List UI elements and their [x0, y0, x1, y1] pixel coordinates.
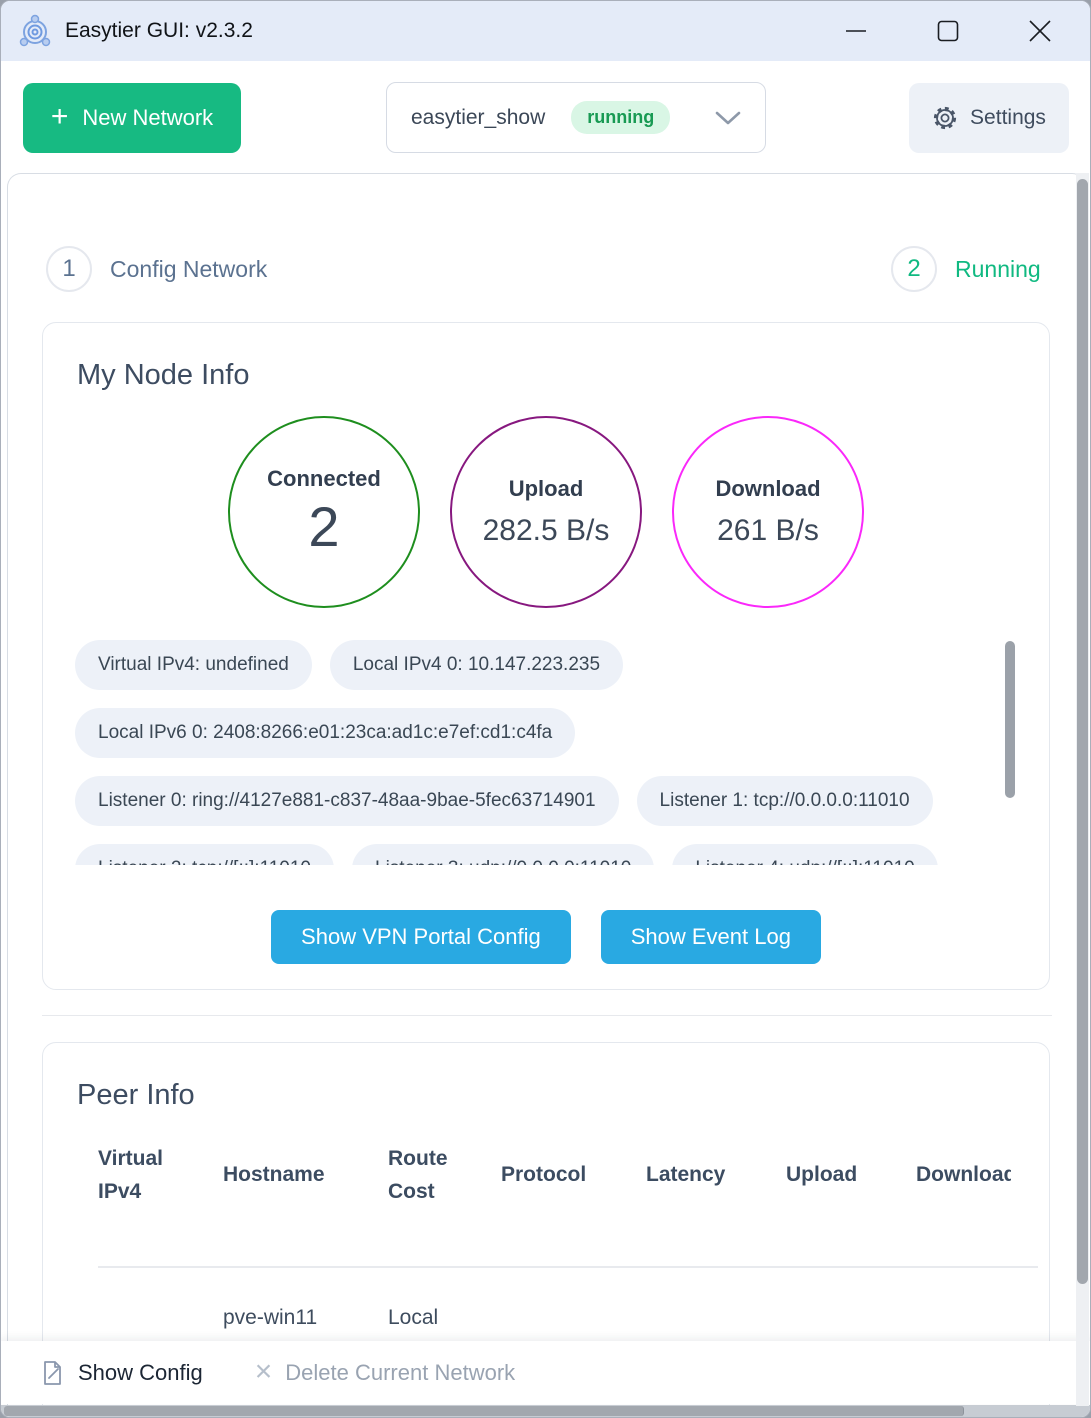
vertical-scrollbar-thumb[interactable]: [1077, 179, 1088, 1284]
delete-network-label: Delete Current Network: [285, 1360, 515, 1386]
toolbar: + New Network easytier_show running Sett…: [1, 61, 1090, 173]
tag-local-ipv4: Local IPv4 0: 10.147.223.235: [330, 640, 623, 690]
col-hostname: Hostname: [223, 1159, 388, 1192]
node-buttons-row: Show VPN Portal Config Show Event Log: [43, 910, 1049, 964]
step-1-circle: 1: [46, 246, 92, 292]
gear-icon: [932, 105, 958, 131]
tag-virtual-ipv4: Virtual IPv4: undefined: [75, 640, 312, 690]
peer-table-header: Virtual IPv4 Hostname Route Cost Protoco…: [43, 1143, 1011, 1208]
step-2-label: Running: [955, 256, 1041, 283]
new-network-button[interactable]: + New Network: [23, 83, 241, 153]
running-status-badge: running: [571, 101, 670, 134]
node-stats-row: Connected 2 Upload 282.5 B/s Download 26…: [43, 416, 1049, 608]
window-title: Easytier GUI: v2.3.2: [65, 19, 253, 43]
close-button[interactable]: [994, 1, 1086, 61]
peer-row: pve-win11 Local: [43, 1298, 1011, 1330]
chevron-down-icon: [715, 110, 741, 126]
cell-virtual-ipv4: [98, 1310, 223, 1318]
settings-label: Settings: [970, 106, 1046, 130]
step-running: 2 Running: [891, 246, 1041, 292]
stat-download-value: 261 B/s: [717, 514, 819, 548]
network-select[interactable]: easytier_show running: [386, 82, 766, 153]
tag-local-ipv6: Local IPv6 0: 2408:8266:e01:23ca:ad1c:e7…: [75, 708, 575, 758]
delete-current-network-button[interactable]: × Delete Current Network: [255, 1359, 515, 1387]
node-info-tags[interactable]: Virtual IPv4: undefined Local IPv4 0: 10…: [75, 640, 1005, 865]
stat-download: Download 261 B/s: [672, 416, 864, 608]
maximize-button[interactable]: [902, 1, 994, 61]
stat-download-label: Download: [715, 476, 820, 502]
tag-listener-1: Listener 1: tcp://0.0.0.0:11010: [637, 776, 933, 826]
col-protocol: Protocol: [501, 1159, 646, 1192]
minimize-button[interactable]: [810, 1, 902, 61]
window-controls: [810, 1, 1086, 61]
tag-listener-4: Listener 4: udp://[::]:11010: [672, 844, 937, 865]
peer-header-divider: [98, 1266, 1038, 1268]
horizontal-scrollbar-thumb[interactable]: [4, 1406, 964, 1416]
step-1-label: Config Network: [110, 256, 267, 283]
maximize-icon: [937, 20, 959, 42]
stat-upload: Upload 282.5 B/s: [450, 416, 642, 608]
peer-info-title: Peer Info: [77, 1079, 195, 1112]
show-event-log-button[interactable]: Show Event Log: [601, 910, 821, 964]
stat-upload-value: 282.5 B/s: [483, 514, 610, 548]
col-upload: Upload: [786, 1159, 916, 1192]
network-select-value: easytier_show: [411, 106, 545, 130]
col-download: Download: [916, 1159, 1011, 1192]
vertical-scrollbar[interactable]: [1076, 173, 1089, 1406]
main-content-card: 1 Config Network 2 Running My Node Info …: [7, 173, 1086, 1418]
tag-listener-3: Listener 3: udp://0.0.0.0:11010: [352, 844, 654, 865]
cell-upload: [786, 1310, 916, 1318]
titlebar[interactable]: Easytier GUI: v2.3.2: [1, 1, 1090, 61]
tag-listener-2: Listener 2: tcp://[::]:11010: [75, 844, 334, 865]
cell-download: [916, 1310, 1011, 1318]
step-2-circle: 2: [891, 246, 937, 292]
new-network-label: New Network: [82, 105, 213, 131]
show-vpn-portal-config-button[interactable]: Show VPN Portal Config: [271, 910, 571, 964]
horizontal-scrollbar[interactable]: [1, 1405, 1090, 1417]
section-divider: [42, 1015, 1052, 1016]
file-edit-icon: [41, 1360, 65, 1386]
step-config-network: 1 Config Network: [46, 246, 267, 292]
col-virtual-ipv4: Virtual IPv4: [98, 1143, 188, 1208]
stat-connected: Connected 2: [228, 416, 420, 608]
app-logo-icon: [17, 13, 53, 49]
close-icon: [1028, 19, 1052, 43]
app-window: Easytier GUI: v2.3.2 +: [0, 0, 1091, 1418]
cell-latency: [646, 1310, 786, 1318]
col-route-cost: Route Cost: [388, 1143, 463, 1208]
node-info-title: My Node Info: [77, 359, 249, 392]
tag-listener-0: Listener 0: ring://4127e881-c837-48aa-9b…: [75, 776, 619, 826]
cell-route-cost: Local: [388, 1298, 501, 1330]
stat-upload-label: Upload: [509, 476, 584, 502]
col-latency: Latency: [646, 1159, 786, 1192]
stat-connected-label: Connected: [267, 466, 381, 492]
my-node-info-card: My Node Info Connected 2 Upload 282.5 B/…: [42, 322, 1050, 990]
delete-x-icon: ×: [255, 1357, 273, 1387]
show-config-label: Show Config: [78, 1360, 203, 1386]
tags-scrollbar-thumb[interactable]: [1005, 641, 1015, 798]
cell-hostname: pve-win11: [223, 1298, 388, 1330]
plus-icon: +: [51, 102, 69, 132]
footer-bar: Show Config × Delete Current Network: [1, 1341, 1090, 1404]
cell-protocol: [501, 1310, 646, 1318]
settings-button[interactable]: Settings: [909, 83, 1069, 153]
show-config-button[interactable]: Show Config: [41, 1360, 203, 1386]
minimize-icon: [845, 20, 867, 42]
stat-connected-value: 2: [308, 494, 339, 559]
